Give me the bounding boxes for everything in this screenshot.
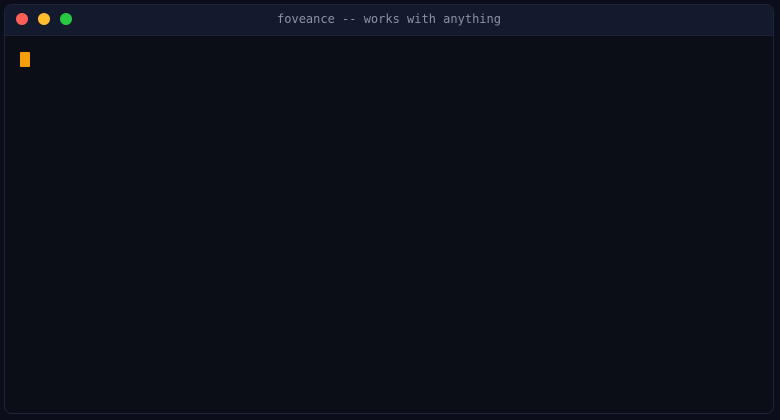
text-cursor — [20, 52, 30, 67]
terminal-window: foveance -- works with anything — [4, 4, 774, 414]
terminal-area[interactable] — [5, 36, 773, 413]
title-bar[interactable]: foveance -- works with anything — [5, 5, 773, 36]
window-title: foveance -- works with anything — [277, 12, 501, 26]
